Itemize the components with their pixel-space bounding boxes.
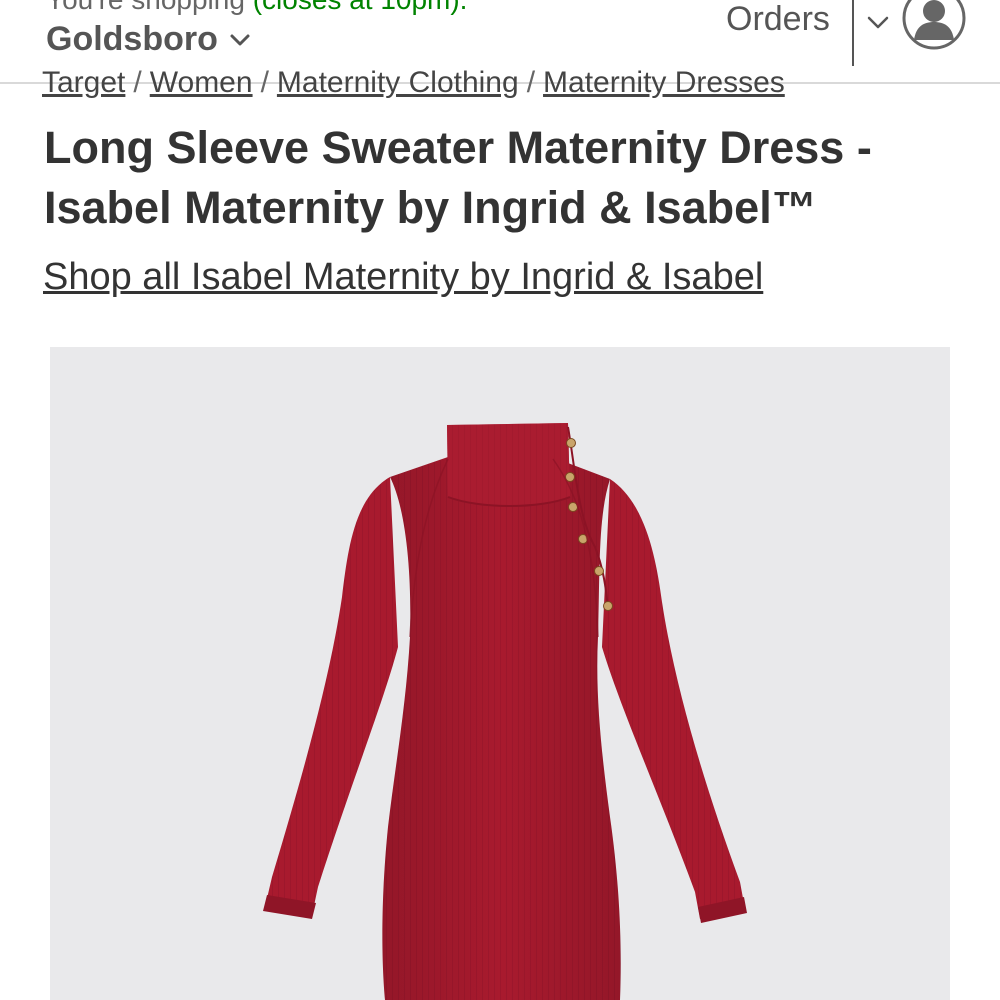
breadcrumb-maternity-clothing[interactable]: Maternity Clothing: [277, 66, 519, 98]
button: [603, 601, 613, 611]
store-status-prefix: You're shopping: [46, 0, 253, 15]
button: [594, 566, 604, 576]
button: [566, 438, 576, 448]
product-page: You're shopping (closes at 10pm). Goldsb…: [0, 0, 1000, 1000]
store-status: You're shopping (closes at 10pm).: [46, 0, 467, 16]
chevron-down-icon[interactable]: [864, 8, 892, 36]
breadcrumb-women[interactable]: Women: [150, 66, 253, 98]
breadcrumb-separator: /: [526, 66, 536, 98]
sweater-dress-illustration: [263, 423, 747, 1000]
header-divider: [852, 0, 854, 66]
store-hours: (closes at 10pm).: [253, 0, 468, 15]
orders-link[interactable]: Orders: [726, 0, 830, 39]
left-sleeve: [265, 477, 398, 915]
right-sleeve: [602, 479, 745, 919]
user-avatar-icon[interactable]: [902, 0, 966, 50]
button: [565, 472, 575, 482]
breadcrumb-separator: /: [260, 66, 269, 98]
breadcrumb-target[interactable]: Target: [42, 66, 125, 98]
chevron-down-icon: [230, 34, 250, 45]
product-image[interactable]: [50, 347, 950, 1000]
breadcrumb-separator: /: [133, 66, 142, 98]
product-title: Long Sleeve Sweater Maternity Dress - Is…: [44, 122, 872, 233]
store-name: Goldsboro: [46, 20, 218, 58]
breadcrumb: Target / Women / Maternity Clothing / Maternit…: [42, 58, 962, 98]
store-selector[interactable]: Goldsboro: [46, 20, 252, 59]
breadcrumb-maternity-dresses[interactable]: Maternity Dresses: [543, 66, 785, 98]
shop-all-brand-link[interactable]: Shop all Isabel Maternity by Ingrid & Is…: [43, 256, 763, 299]
